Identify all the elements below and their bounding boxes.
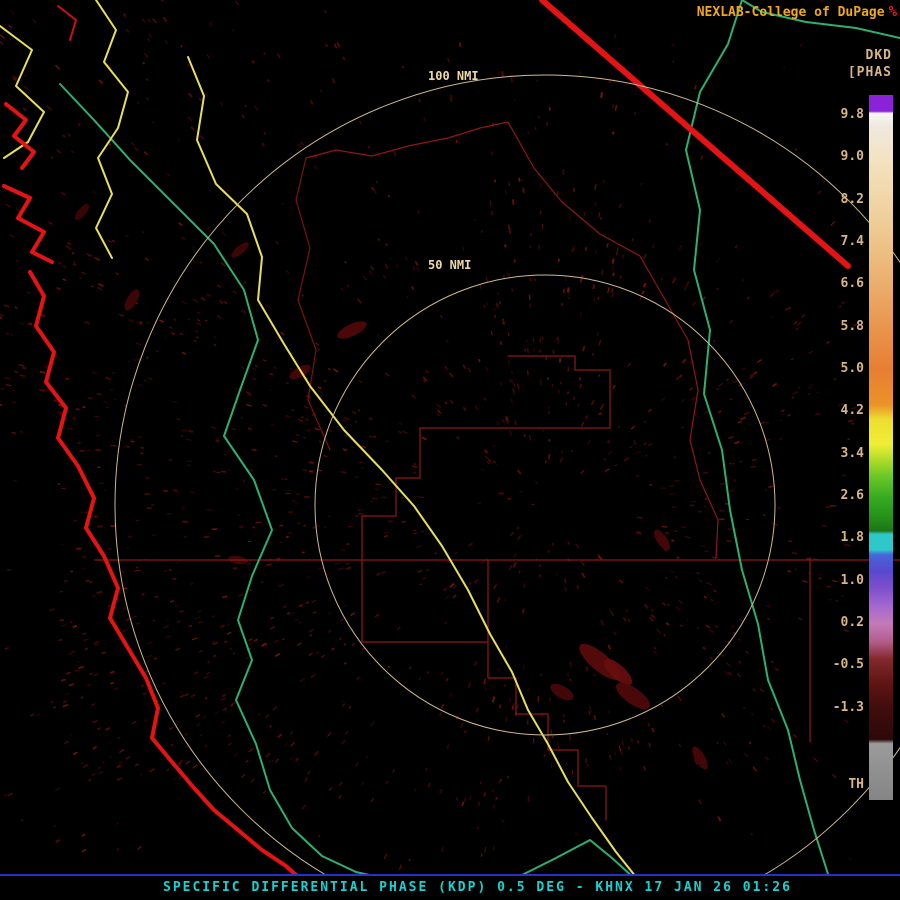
range-ring — [314, 274, 776, 736]
status-text: SPECIFIC DIFFERENTIAL PHASE (KDP) 0.5 DE… — [163, 880, 792, 895]
cod-logo-glyph: % — [888, 4, 897, 20]
map-feature-coast-islands-2 — [2, 184, 54, 264]
clutter-blob — [74, 203, 90, 221]
colorbar — [869, 95, 893, 800]
clutter-blob — [337, 321, 367, 339]
clutter-blob — [289, 364, 311, 380]
map-feature-state-line-nv — [539, 0, 851, 269]
map-feature-river-west — [59, 83, 471, 890]
header: NEXLAB-College of DuPage % — [697, 4, 897, 20]
map-feature-county-north-wiggle — [305, 121, 509, 159]
map-feature-highway-topleft-1 — [0, 25, 45, 159]
clutter-blob — [692, 746, 708, 770]
attribution-text: NEXLAB-College of DuPage — [696, 4, 885, 20]
map-feature-coast-islands-1 — [4, 102, 36, 170]
map-feature-county-center-3 — [361, 427, 421, 559]
clutter-blob — [550, 683, 574, 701]
clutter-blob — [231, 242, 249, 258]
radar-screen: 100 NMI 50 NMI NEXLAB-College of DuPage %… — [0, 0, 900, 900]
map-feature-county-stair-top — [361, 559, 489, 643]
range-ring-label: 100 NMI — [428, 69, 479, 83]
status-divider — [0, 874, 900, 876]
radar-speckle-field — [0, 0, 858, 871]
status-bar: SPECIFIC DIFFERENTIAL PHASE (KDP) 0.5 DE… — [0, 874, 900, 900]
product-code-label: DKD — [865, 48, 892, 63]
radar-map-canvas: 100 NMI 50 NMI — [0, 0, 900, 900]
clutter-blob — [124, 289, 140, 311]
unit-label: [PHAS — [847, 65, 892, 80]
clutter-blob — [653, 529, 671, 551]
clutter-blob — [615, 682, 651, 710]
map-feature-coastline — [28, 270, 308, 900]
range-ring-label: 50 NMI — [428, 258, 471, 272]
map-feature-coast-north — [57, 5, 77, 41]
map-feature-river-east — [685, 0, 837, 900]
map-feature-county-east-wiggle — [507, 121, 719, 559]
